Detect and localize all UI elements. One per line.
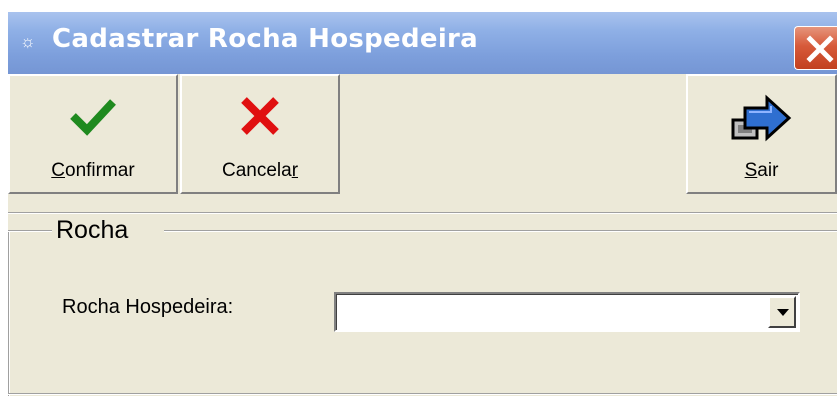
exit-arrow-icon [731,94,791,142]
checkmark-icon [70,99,116,136]
app-icon[interactable]: ☼ [20,32,40,52]
group-border-left [8,230,10,396]
rock-label: Rocha Hospedeira: [62,296,234,318]
group-border-top-left [8,230,52,232]
dropdown-button[interactable] [768,296,796,328]
group-border-bottom [8,393,837,395]
cancel-label: Cancelar [221,160,299,181]
rock-select[interactable] [334,292,800,332]
cancel-button[interactable]: Cancelar [180,74,340,194]
group-title: Rocha [52,216,133,245]
dialog-window: ☼ Cadastrar Rocha Hospedeira Confirmar C… [8,12,837,396]
title-bar[interactable]: ☼ Cadastrar Rocha Hospedeira [8,12,837,74]
confirm-button[interactable]: Confirmar [8,74,178,194]
close-button[interactable] [794,26,837,70]
group-border-top-right [164,230,837,232]
window-title: Cadastrar Rocha Hospedeira [52,24,478,54]
exit-button[interactable]: Sair [686,74,837,194]
confirm-label: Confirmar [51,160,135,181]
exit-label: Sair [744,160,779,181]
x-icon [241,97,279,135]
toolbar-separator [8,212,837,214]
chevron-down-icon [777,309,789,316]
close-icon [806,35,834,63]
